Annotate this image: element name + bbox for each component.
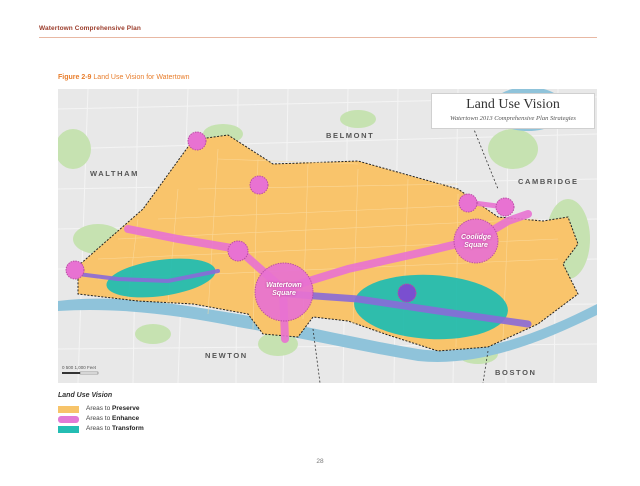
legend-prefix-preserve: Areas to [86,405,113,412]
coolidge-square-label-line2: Square [464,242,488,249]
legend-bold-preserve: Preserve [112,405,140,412]
watertown-square-label-line2: Square [272,290,296,297]
town-label-boston: BOSTON [495,368,537,377]
watertown-square-label: Watertown Square [254,282,314,298]
legend-prefix-transform: Areas to [86,425,113,432]
watertown-square-label-line1: Watertown [266,282,302,289]
page-number: 28 [316,458,324,465]
map-title: Land Use Vision [466,97,560,112]
legend-bold-transform: Transform [112,425,144,432]
land-use-map: Land Use Vision Watertown 2013 Comprehen… [58,89,597,383]
legend-title: Land Use Vision [58,392,113,399]
legend-text-transform: Areas to Transform [86,425,144,432]
figure-number: Figure 2-9 [58,74,92,81]
town-label-belmont: BELMONT [326,131,375,140]
town-label-waltham: WALTHAM [90,169,139,178]
legend-text-preserve: Areas to Preserve [86,405,140,412]
legend-swatch-enhance [58,416,79,423]
legend-text-enhance: Areas to Enhance [86,415,139,422]
figure-caption: Figure 2-9 Land Use Vision for Watertown [58,74,190,81]
legend-swatch-transform [58,426,79,433]
enhance-node-6 [495,197,515,217]
scale-label: 0 500 1,000 Feet [62,365,97,370]
legend-swatch-preserve [58,406,79,413]
enhance-node-4 [65,260,85,280]
enhance-node-2 [249,175,269,195]
scale-bar [62,371,99,375]
town-label-newton: NEWTON [205,351,248,360]
figure-caption-text: Land Use Vision for Watertown [93,74,190,81]
legend-bold-enhance: Enhance [112,415,140,422]
enhance-node-3 [227,240,249,262]
map-title-box: Land Use Vision Watertown 2013 Comprehen… [431,93,595,129]
town-label-cambridge: CAMBRIDGE [518,177,579,186]
legend-prefix-enhance: Areas to [86,415,113,422]
coolidge-square-label-line1: Coolidge [461,234,491,241]
enhance-node-7 [397,283,417,303]
header-rule [39,37,597,38]
document-header-title: Watertown Comprehensive Plan [39,25,141,32]
enhance-node-1 [187,131,207,151]
enhance-node-5 [458,193,478,213]
coolidge-square-label: Coolidge Square [451,234,501,250]
map-subtitle: Watertown 2013 Comprehensive Plan Strate… [450,115,576,122]
